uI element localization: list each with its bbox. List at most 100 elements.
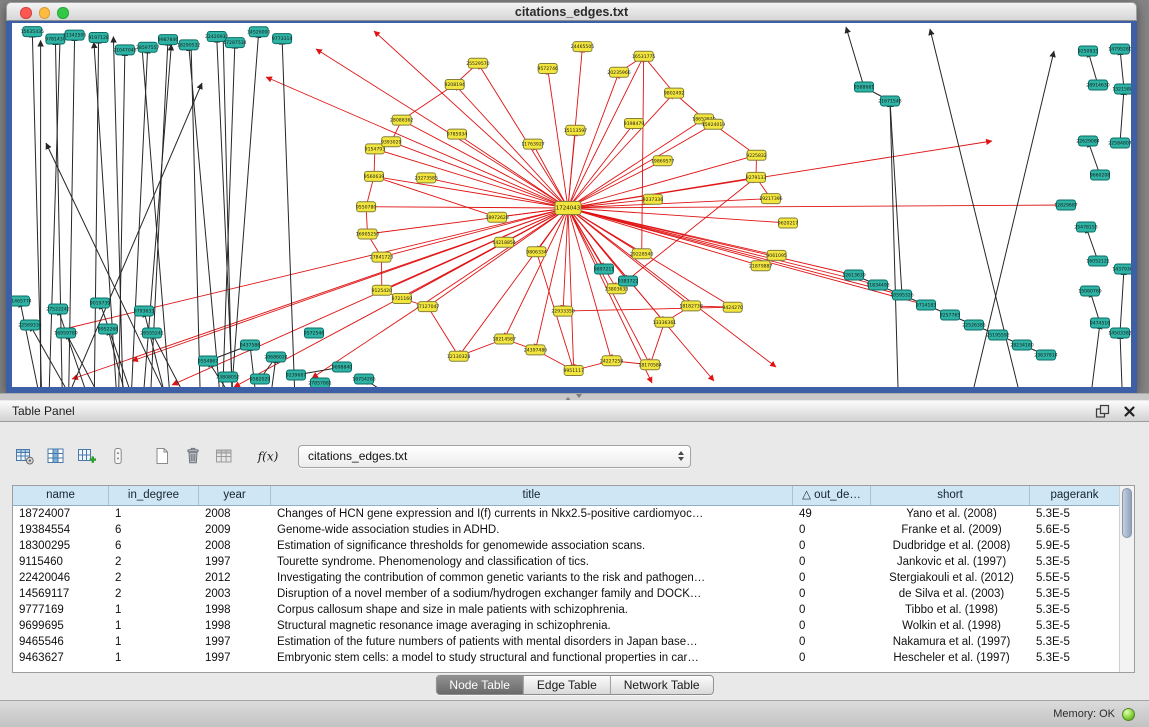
new-table-icon[interactable]	[149, 444, 175, 468]
delete-table-icon[interactable]	[180, 444, 206, 468]
table-panel-title: Table Panel	[12, 404, 75, 418]
table-cell: 0	[793, 524, 871, 536]
network-table-selector[interactable]: citations_edges.txt	[298, 445, 691, 468]
table-row[interactable]: 1938455462009Genome-wide association stu…	[13, 522, 1119, 538]
table-row[interactable]: 1872400712008Changes of HCN gene express…	[13, 506, 1119, 522]
network-graph-canvas[interactable]: 1724043957274624465505202359661653177598…	[12, 23, 1131, 387]
column-header-pagerank[interactable]: pagerank	[1030, 486, 1119, 505]
column-header-year[interactable]: year	[199, 486, 271, 505]
window-titlebar[interactable]: citations_edges.txt	[6, 2, 1137, 21]
float-panel-icon[interactable]	[1094, 403, 1110, 419]
new-column-icon[interactable]	[74, 444, 100, 468]
close-button[interactable]	[20, 7, 32, 19]
row-height-icon[interactable]	[105, 444, 131, 468]
scrollbar-thumb[interactable]	[1122, 488, 1132, 538]
memory-status: Memory: OK	[1053, 701, 1135, 727]
table-row[interactable]: 1456911722003Disruption of a novel membe…	[13, 586, 1119, 602]
svg-text:9154793: 9154793	[365, 147, 386, 153]
table-row[interactable]: 946362711997Embryonic stem cells: a mode…	[13, 650, 1119, 666]
table-cell: 2003	[199, 588, 271, 600]
svg-text:22933350: 22933350	[551, 309, 574, 315]
svg-text:14526000: 14526000	[247, 29, 270, 35]
svg-text:9660208: 9660208	[1090, 173, 1111, 179]
svg-text:14218854: 14218854	[492, 240, 515, 246]
svg-text:9806334: 9806334	[526, 249, 547, 255]
pane-splitter[interactable]	[0, 393, 1149, 400]
tab-network-table[interactable]: Network Table	[611, 676, 713, 694]
svg-text:18290532: 18290532	[177, 43, 200, 49]
svg-text:21879887: 21879887	[749, 263, 772, 269]
column-header-short[interactable]: short	[871, 486, 1030, 505]
svg-text:16959789: 16959789	[54, 331, 77, 337]
svg-text:21047048: 21047048	[113, 48, 136, 54]
tab-edge-table[interactable]: Edge Table	[524, 676, 611, 694]
table-cell: Yano et al. (2008)	[871, 508, 1030, 520]
table-row[interactable]: 1830029562008Estimation of significance …	[13, 538, 1119, 554]
svg-text:22526385: 22526385	[962, 323, 985, 329]
svg-text:18170584: 18170584	[638, 362, 661, 368]
table-cell: 2	[109, 588, 199, 600]
svg-text:9952268: 9952268	[98, 327, 119, 333]
table-cell: Structural magnetic resonance image aver…	[271, 620, 793, 632]
column-header-title[interactable]: title	[271, 486, 793, 505]
svg-text:9698840: 9698840	[332, 365, 353, 371]
table-cell: 18724007	[13, 508, 109, 520]
svg-text:9554867: 9554867	[198, 359, 219, 365]
svg-text:9125420: 9125420	[372, 288, 393, 294]
column-header-in_degree[interactable]: in_degree	[109, 486, 199, 505]
svg-text:9474516: 9474516	[1090, 321, 1111, 327]
table-cell: 5.9E-5	[1030, 540, 1119, 552]
table-cell: 5.3E-5	[1030, 652, 1119, 664]
table-row[interactable]: 977716911998Corpus callosum shape and si…	[13, 602, 1119, 618]
svg-text:28088362: 28088362	[390, 118, 413, 124]
svg-text:21671548: 21671548	[878, 99, 901, 105]
table-row[interactable]: 2242004622012Investigating the contribut…	[13, 570, 1119, 586]
table-row[interactable]: 969969511998Structural magnetic resonanc…	[13, 618, 1119, 634]
table-mode-icon[interactable]	[12, 444, 38, 468]
window-title: citations_edges.txt	[7, 3, 1136, 21]
table-cell: 0	[793, 556, 871, 568]
table-cell: 5.3E-5	[1030, 620, 1119, 632]
table-cell: 2008	[199, 540, 271, 552]
column-header-name[interactable]: name	[13, 486, 109, 505]
import-table-icon[interactable]	[211, 444, 237, 468]
svg-text:14379361: 14379361	[1112, 267, 1131, 273]
window-controls	[20, 7, 69, 19]
svg-text:9239687: 9239687	[286, 373, 307, 379]
table-panel-header: Table Panel	[0, 400, 1149, 422]
svg-text:9424270: 9424270	[722, 305, 743, 311]
svg-text:13215882: 13215882	[1112, 87, 1131, 93]
column-header-out_degree[interactable]: △ out_de…	[793, 486, 871, 505]
svg-text:18972628: 18972628	[485, 215, 508, 221]
memory-label: Memory: OK	[1053, 708, 1115, 720]
vertical-scrollbar[interactable]	[1119, 486, 1134, 672]
minimize-button[interactable]	[39, 7, 51, 19]
table-cell: Dudbridge et al. (2008)	[871, 540, 1030, 552]
table-cell: 0	[793, 620, 871, 632]
svg-text:18754265: 18754265	[352, 377, 375, 383]
function-builder-icon[interactable]: f(x)	[255, 444, 281, 468]
svg-text:f(x): f(x)	[257, 450, 279, 464]
svg-text:9237336: 9237336	[643, 197, 664, 203]
table-toolbar-icons: f(x)	[12, 444, 281, 468]
svg-text:1724043: 1724043	[556, 206, 581, 212]
table-cell: 0	[793, 652, 871, 664]
svg-text:15924019: 15924019	[702, 122, 725, 128]
svg-text:11342506: 11342506	[63, 33, 86, 39]
table-row[interactable]: 946554611997Estimation of the future num…	[13, 634, 1119, 650]
table-row[interactable]: 911546021997Tourette syndrome. Phenomeno…	[13, 554, 1119, 570]
zoom-button[interactable]	[57, 7, 69, 19]
svg-text:9572546: 9572546	[304, 331, 325, 337]
show-columns-icon[interactable]	[43, 444, 69, 468]
svg-text:10595326: 10595326	[890, 293, 913, 299]
svg-text:12613639: 12613639	[842, 273, 865, 279]
table-cell: Investigating the contribution of common…	[271, 572, 793, 584]
svg-text:9257765: 9257765	[940, 313, 961, 319]
table-toolbar: f(x) citations_edges.txt	[12, 442, 691, 470]
svg-text:24465505: 24465505	[571, 44, 594, 50]
close-panel-icon[interactable]	[1121, 403, 1137, 419]
tab-node-table[interactable]: Node Table	[436, 676, 524, 694]
table-cell: 19384554	[13, 524, 109, 536]
table-cell: 2009	[199, 524, 271, 536]
svg-text:19217396: 19217396	[759, 196, 782, 202]
